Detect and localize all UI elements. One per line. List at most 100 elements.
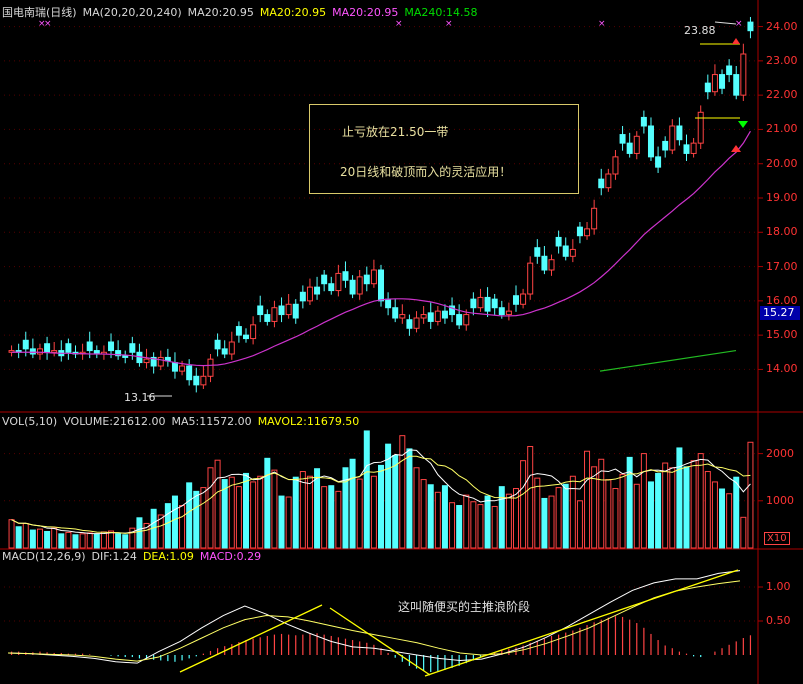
- candle-body: [505, 310, 512, 316]
- volume-bar: [193, 490, 200, 549]
- macd-tick-label: 0.50: [766, 614, 791, 627]
- volume-bar: [179, 505, 186, 549]
- volume-bar: [420, 479, 427, 549]
- last-price-tag: 15.27: [760, 306, 800, 320]
- candle-body: [356, 276, 363, 295]
- down-arrow-icon: [738, 121, 748, 128]
- price-tick-label: 22.00: [766, 88, 798, 102]
- volume-bar: [669, 467, 676, 549]
- candle-body: [314, 286, 321, 295]
- candle-body: [385, 298, 392, 309]
- candle-body: [640, 116, 647, 127]
- volume-bar: [491, 505, 498, 549]
- volume-bar: [555, 487, 562, 549]
- vol-mavol2: MAVOL2:11679.50: [257, 415, 360, 428]
- price-tick-label: 20.00: [766, 156, 798, 170]
- volume-bar: [413, 467, 420, 549]
- volume-bar: [647, 481, 654, 549]
- candle-body: [470, 298, 477, 309]
- chart-canvas: ×× × × × ×: [0, 0, 803, 684]
- volume-bar: [250, 481, 257, 549]
- candle-body: [370, 269, 377, 285]
- candle-body: [463, 314, 470, 326]
- candle-body: [207, 358, 214, 377]
- volume-bar: [44, 530, 51, 549]
- ma240-value: MA240:14.58: [404, 6, 478, 19]
- candle-body: [427, 312, 434, 322]
- price-tick-label: 21.00: [766, 122, 798, 136]
- candle-body: [328, 283, 335, 292]
- volume-bar: [456, 505, 463, 549]
- volume-tick-label: 2000: [766, 446, 794, 460]
- price-tick-label: 15.00: [766, 328, 798, 342]
- macd-annotation: 这叫随便买的主推浪阶段: [398, 600, 531, 614]
- high-arrow: [714, 21, 737, 25]
- candle-body: [477, 296, 484, 309]
- candle-body: [44, 343, 51, 353]
- volume-bar: [605, 479, 612, 549]
- volume-bar: [214, 459, 221, 549]
- candle-body: [292, 303, 299, 319]
- volume-bar: [541, 497, 548, 549]
- candle-body: [129, 343, 136, 353]
- volume-bar: [378, 464, 384, 549]
- candle-body: [342, 271, 349, 281]
- signal-marker: ×: [395, 19, 403, 29]
- candle-body: [747, 21, 754, 32]
- candle-body: [491, 298, 498, 309]
- candle-body: [591, 207, 598, 230]
- volume-bar: [8, 519, 15, 549]
- volume-bar: [22, 522, 29, 549]
- candle-body: [676, 125, 683, 141]
- volume-bar: [520, 460, 527, 549]
- candle-body: [214, 339, 221, 350]
- candle-body: [456, 314, 463, 326]
- volume-bar: [704, 471, 711, 549]
- volume-bar: [349, 458, 356, 549]
- volume-bar: [690, 460, 697, 549]
- macd-params: MACD(12,26,9): [2, 550, 86, 563]
- candle-body: [711, 74, 718, 93]
- candle-body: [534, 247, 541, 257]
- volume-bar: [633, 483, 640, 549]
- price-tick-label: 23.00: [766, 53, 798, 67]
- volume-bar: [235, 486, 242, 549]
- ma240-line: [599, 349, 737, 372]
- candle-body: [733, 74, 740, 96]
- candle-body: [186, 365, 193, 381]
- candle-body: [726, 65, 733, 76]
- candle-body: [420, 314, 427, 319]
- candle-body: [221, 348, 228, 355]
- price-tick-label: 16.00: [766, 293, 798, 307]
- candle-body: [363, 274, 370, 285]
- volume-bar: [314, 468, 321, 549]
- volume-bar: [207, 467, 214, 549]
- volume-bar: [86, 532, 93, 549]
- vol-volume: VOLUME:21612.00: [63, 415, 166, 428]
- candle-body: [683, 144, 690, 154]
- volume-bar: [164, 503, 171, 549]
- volume-bar: [427, 484, 434, 549]
- signal-marker: ×: [735, 19, 743, 29]
- signal-marker: ×: [44, 19, 52, 29]
- volume-bar: [328, 485, 335, 549]
- volume-unit-badge: X10: [764, 532, 790, 545]
- volume-bar: [51, 527, 58, 549]
- candle-body: [626, 142, 633, 154]
- candle-body: [434, 310, 441, 322]
- candle-body: [647, 125, 654, 158]
- candle-body: [704, 82, 711, 93]
- volume-bar: [449, 502, 456, 549]
- volume-bar: [335, 490, 342, 549]
- candle-body: [569, 248, 576, 257]
- signal-marker: ×: [598, 19, 606, 29]
- candle-body: [413, 317, 420, 329]
- trend-line: [424, 569, 739, 677]
- volume-bar: [370, 475, 377, 549]
- volume-bar: [747, 441, 754, 549]
- candle-body: [257, 305, 264, 316]
- volume-bar: [321, 486, 328, 549]
- candle-body: [520, 293, 527, 305]
- candle-body: [392, 307, 399, 319]
- candle-body: [122, 355, 129, 358]
